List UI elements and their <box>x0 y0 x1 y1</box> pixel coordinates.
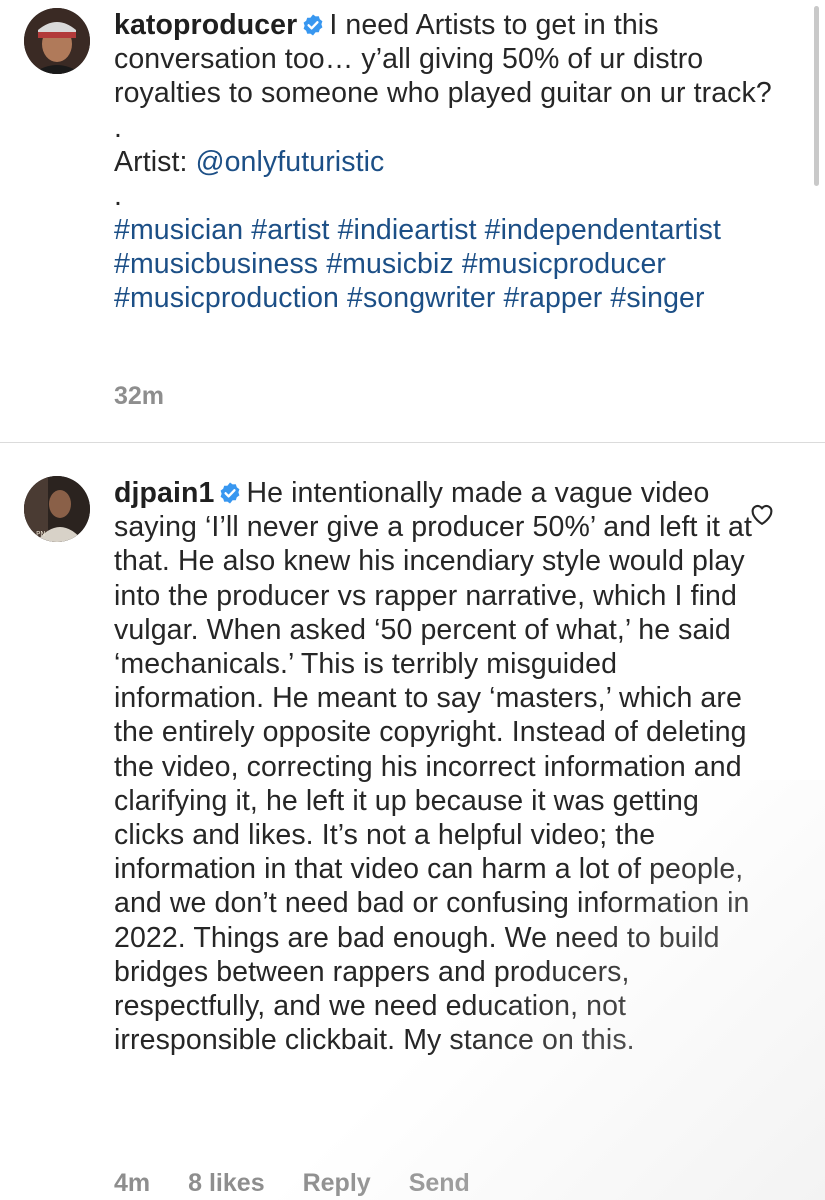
likes-count[interactable]: 8 likes <box>188 1169 264 1198</box>
heart-outline-icon[interactable] <box>748 500 776 528</box>
artist-mention-link[interactable]: @onlyfuturistic <box>196 146 385 178</box>
hashtag-list: #musician #artist #indieartist #independ… <box>114 213 785 316</box>
hashtag-link[interactable]: #musicproduction <box>114 282 339 314</box>
avatar-djpain1[interactable]: PN <box>24 476 90 542</box>
hashtag-link[interactable]: #singer <box>610 282 704 314</box>
timestamp: 4m <box>114 1169 151 1197</box>
hashtag-link[interactable]: #indieartist <box>338 214 477 246</box>
hashtag-link[interactable]: #rapper <box>503 282 602 314</box>
separator-dot: . <box>114 111 123 144</box>
avatar-katoproducer[interactable] <box>24 8 90 74</box>
send-button[interactable]: Send <box>409 1169 470 1198</box>
scrollbar[interactable] <box>814 6 819 186</box>
hashtag-link[interactable]: #artist <box>251 214 329 246</box>
reply-button[interactable]: Reply <box>303 1169 371 1198</box>
avatar-image: PN <box>24 476 90 542</box>
timestamp: 32m <box>114 382 165 410</box>
comment-body: djpain1 He intentionally made a vague vid… <box>114 476 755 1057</box>
hashtag-link[interactable]: #musician <box>114 214 243 246</box>
username[interactable]: katoproducer <box>114 9 297 41</box>
hashtag-link[interactable]: #independentartist <box>485 214 721 246</box>
comment-katoproducer: katoproducer I need Artists to get in thi… <box>114 8 785 315</box>
divider <box>0 442 825 443</box>
hashtag-link[interactable]: #musicproducer <box>462 248 666 280</box>
artist-line: Artist: @onlyfuturistic <box>114 145 785 179</box>
artist-label: Artist: <box>114 145 196 178</box>
comment-djpain1: djpain1 He intentionally made a vague vid… <box>114 476 755 1057</box>
verified-badge-icon <box>301 13 325 37</box>
hashtag-link[interactable]: #musicbusiness <box>114 248 318 280</box>
avatar-image <box>24 8 90 74</box>
comment-meta: 32m <box>114 382 164 411</box>
separator-dot: . <box>114 179 123 212</box>
hashtag-link[interactable]: #musicbiz <box>326 248 454 280</box>
comment-body: katoproducer I need Artists to get in thi… <box>114 8 785 111</box>
username[interactable]: djpain1 <box>114 477 214 509</box>
comment-actions: 4m 8 likes Reply Send <box>114 1169 470 1198</box>
comment-text: He intentionally made a vague video sayi… <box>114 477 753 1057</box>
hashtag-link[interactable]: #songwriter <box>347 282 495 314</box>
verified-badge-icon <box>218 481 242 505</box>
svg-text:PN: PN <box>36 530 45 538</box>
